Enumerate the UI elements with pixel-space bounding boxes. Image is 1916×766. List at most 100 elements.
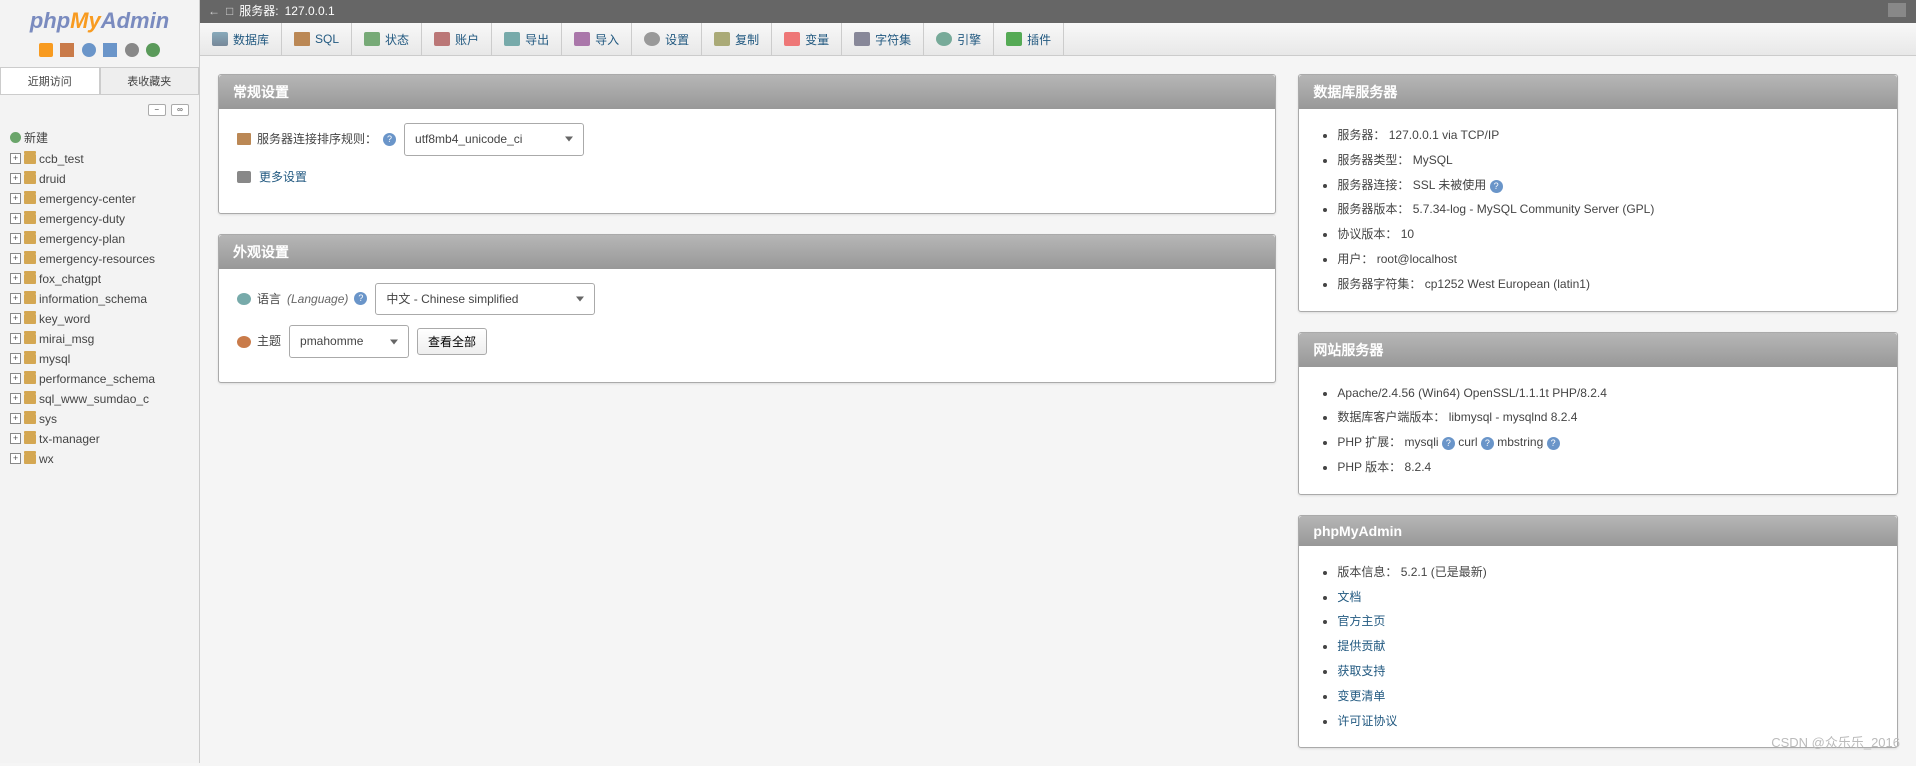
back-arrow-icon[interactable]: ← bbox=[208, 0, 220, 23]
collation-icon bbox=[237, 133, 251, 145]
expand-icon[interactable]: + bbox=[10, 193, 21, 204]
topmenu-导入[interactable]: 导入 bbox=[562, 23, 632, 55]
topmenu-引擎[interactable]: 引擎 bbox=[924, 23, 994, 55]
theme-select[interactable]: pmahomme bbox=[289, 325, 409, 358]
database-item[interactable]: +ccb_test bbox=[6, 151, 199, 167]
collapse-all-icon[interactable]: − bbox=[148, 104, 166, 116]
new-database-link[interactable]: 新建 bbox=[6, 128, 199, 147]
pma-link[interactable]: 许可证协议 bbox=[1337, 714, 1397, 728]
database-icon bbox=[24, 394, 36, 404]
database-item[interactable]: +mysql bbox=[6, 351, 199, 367]
database-icon bbox=[24, 454, 36, 464]
database-item[interactable]: +wx bbox=[6, 451, 199, 467]
database-item[interactable]: + emergency-resources bbox=[6, 251, 199, 267]
database-item[interactable]: +emergency-center bbox=[6, 191, 199, 207]
database-name: performance_schema bbox=[39, 372, 155, 386]
database-item[interactable]: +information_schema bbox=[6, 291, 199, 307]
database-item[interactable]: +druid bbox=[6, 171, 199, 187]
database-item[interactable]: +mirai_msg bbox=[6, 331, 199, 347]
expand-icon[interactable]: + bbox=[10, 213, 21, 224]
help-icon[interactable]: ? bbox=[354, 292, 367, 305]
database-item[interactable]: +tx-manager bbox=[6, 431, 199, 447]
minimize-icon[interactable] bbox=[1888, 3, 1906, 17]
database-name: emergency-resources bbox=[39, 252, 155, 266]
topmenu-状态[interactable]: 状态 bbox=[352, 23, 422, 55]
expand-icon[interactable]: + bbox=[10, 453, 21, 464]
database-item[interactable]: + performance_schema bbox=[6, 371, 199, 387]
topmenu-复制[interactable]: 复制 bbox=[702, 23, 772, 55]
expand-icon[interactable]: + bbox=[10, 333, 21, 344]
home-icon[interactable] bbox=[39, 43, 53, 57]
expand-icon[interactable]: + bbox=[10, 233, 21, 244]
navi-settings-icon[interactable] bbox=[103, 43, 117, 57]
help-icon[interactable]: ? bbox=[1490, 180, 1503, 193]
docs-icon[interactable] bbox=[82, 43, 96, 57]
topmenu-设置[interactable]: 设置 bbox=[632, 23, 702, 55]
help-icon[interactable]: ? bbox=[1547, 437, 1560, 450]
topmenu-SQL[interactable]: SQL bbox=[282, 23, 352, 55]
database-item[interactable]: + sql_www_sumdao_c bbox=[6, 391, 199, 407]
language-icon bbox=[237, 293, 251, 305]
pma-version: 版本信息： 5.2.1 (已是最新) bbox=[1337, 560, 1879, 585]
topmenu-账户[interactable]: 账户 bbox=[422, 23, 492, 55]
tm-variables-icon bbox=[784, 32, 800, 46]
webserver-line: 数据库客户端版本： libmysql - mysqlnd 8.2.4 bbox=[1337, 405, 1879, 430]
view-all-themes-button[interactable]: 查看全部 bbox=[417, 328, 487, 355]
tm-status-icon bbox=[364, 32, 380, 46]
tm-charset-icon bbox=[854, 32, 870, 46]
reload-icon[interactable] bbox=[146, 43, 160, 57]
php-ext-list: mysqli ? curl ? mbstring ? bbox=[1405, 435, 1560, 449]
expand-icon[interactable]: + bbox=[10, 273, 21, 284]
pma-link[interactable]: 提供贡献 bbox=[1337, 639, 1385, 653]
gear-icon[interactable] bbox=[125, 43, 139, 57]
expand-icon[interactable]: + bbox=[10, 293, 21, 304]
database-item[interactable]: +emergency-plan bbox=[6, 231, 199, 247]
topmenu-label: SQL bbox=[315, 32, 339, 46]
logo-admin: Admin bbox=[101, 8, 169, 33]
topmenu-导出[interactable]: 导出 bbox=[492, 23, 562, 55]
database-item[interactable]: +fox_chatgpt bbox=[6, 271, 199, 287]
topmenu-插件[interactable]: 插件 bbox=[994, 23, 1064, 55]
topmenu-字符集[interactable]: 字符集 bbox=[842, 23, 924, 55]
tab-recent[interactable]: 近期访问 bbox=[0, 67, 100, 94]
pma-link[interactable]: 官方主页 bbox=[1337, 614, 1385, 628]
topmenu-label: 变量 bbox=[805, 31, 829, 48]
expand-icon[interactable]: + bbox=[10, 313, 21, 324]
breadcrumb-server[interactable]: 127.0.0.1 bbox=[285, 0, 335, 23]
panel-title: 外观设置 bbox=[219, 235, 1275, 269]
database-item[interactable]: +emergency-duty bbox=[6, 211, 199, 227]
topmenu-变量[interactable]: 变量 bbox=[772, 23, 842, 55]
expand-icon[interactable]: + bbox=[10, 433, 21, 444]
more-settings-link[interactable]: 更多设置 bbox=[259, 166, 307, 189]
topmenu-label: 导出 bbox=[525, 31, 549, 48]
expand-icon[interactable]: + bbox=[10, 253, 21, 264]
pma-link[interactable]: 文档 bbox=[1337, 590, 1361, 604]
wrench-icon bbox=[237, 171, 251, 183]
expand-icon[interactable]: + bbox=[10, 353, 21, 364]
expand-icon[interactable]: + bbox=[10, 413, 21, 424]
dbserver-row: 用户： root@localhost bbox=[1337, 247, 1879, 272]
database-item[interactable]: +sys bbox=[6, 411, 199, 427]
server-icon[interactable] bbox=[60, 43, 74, 57]
expand-icon[interactable]: + bbox=[10, 393, 21, 404]
help-icon[interactable]: ? bbox=[1481, 437, 1494, 450]
pma-link[interactable]: 获取支持 bbox=[1337, 664, 1385, 678]
logo[interactable]: phpMyAdmin bbox=[0, 0, 199, 38]
database-name: sql_www_sumdao_c bbox=[39, 392, 149, 406]
collation-select[interactable]: utf8mb4_unicode_ci bbox=[404, 123, 584, 156]
quick-icons bbox=[0, 38, 199, 61]
topmenu-数据库[interactable]: 数据库 bbox=[200, 23, 282, 55]
expand-icon[interactable]: + bbox=[10, 173, 21, 184]
link-icon[interactable]: ∞ bbox=[171, 104, 189, 116]
expand-icon[interactable]: + bbox=[10, 373, 21, 384]
help-icon[interactable]: ? bbox=[1442, 437, 1455, 450]
database-item[interactable]: +key_word bbox=[6, 311, 199, 327]
language-select[interactable]: 中文 - Chinese simplified bbox=[375, 283, 595, 316]
database-icon bbox=[24, 294, 36, 304]
right-column: 数据库服务器 服务器： 127.0.0.1 via TCP/IP 服务器类型： … bbox=[1298, 74, 1898, 748]
tab-favorites[interactable]: 表收藏夹 bbox=[100, 67, 200, 94]
tm-sql-icon bbox=[294, 32, 310, 46]
help-icon[interactable]: ? bbox=[383, 133, 396, 146]
expand-icon[interactable]: + bbox=[10, 153, 21, 164]
pma-link[interactable]: 变更清单 bbox=[1337, 689, 1385, 703]
